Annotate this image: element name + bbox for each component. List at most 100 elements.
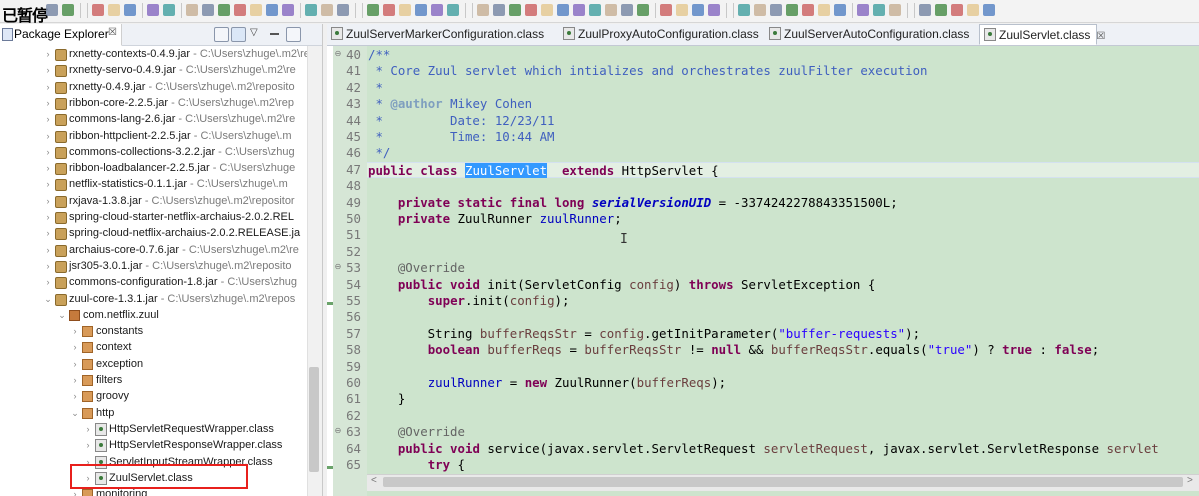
tree-item[interactable]: › context	[0, 339, 306, 355]
editor-tab[interactable]: ZuulServerAutoConfiguration.class	[765, 24, 977, 45]
chevron-right-icon[interactable]: ›	[43, 62, 53, 78]
toolbar-button-icon[interactable]	[399, 4, 411, 16]
tree-item[interactable]: ⌄ zuul-core-1.3.1.jar - C:\Users\zhuge\.m…	[0, 291, 306, 307]
chevron-right-icon[interactable]: ›	[43, 79, 53, 95]
toolbar-button-icon[interactable]	[889, 4, 901, 16]
tree-item[interactable]: › groovy	[0, 388, 306, 404]
toolbar-button-icon[interactable]	[186, 4, 198, 16]
toolbar-button-icon[interactable]	[660, 4, 672, 16]
code-line[interactable]	[367, 359, 1199, 375]
toolbar-button-icon[interactable]	[321, 4, 333, 16]
tree-item[interactable]: ⌄ com.netflix.zuul	[0, 307, 306, 323]
toolbar-button-icon[interactable]	[266, 4, 278, 16]
tree-item[interactable]: › HttpServletResponseWrapper.class	[0, 437, 306, 453]
link-with-editor-icon[interactable]	[231, 27, 246, 42]
chevron-right-icon[interactable]: ›	[43, 128, 53, 144]
toolbar-button-icon[interactable]	[857, 4, 869, 16]
tree-item[interactable]: › exception	[0, 356, 306, 372]
chevron-down-icon[interactable]: ⌄	[43, 291, 53, 307]
tree-item[interactable]: › filters	[0, 372, 306, 388]
code-line[interactable]: try {	[367, 457, 1199, 473]
code-line[interactable]: @Override	[367, 424, 1199, 440]
code-line[interactable]: private static final long serialVersionU…	[367, 195, 1199, 211]
code-line[interactable]: *	[367, 80, 1199, 96]
chevron-right-icon[interactable]: ›	[70, 339, 80, 355]
editor-scrollbar-thumb[interactable]	[383, 477, 1183, 487]
chevron-right-icon[interactable]: ›	[43, 176, 53, 192]
toolbar-button-icon[interactable]	[754, 4, 766, 16]
chevron-right-icon[interactable]: ›	[43, 111, 53, 127]
chevron-right-icon[interactable]: ›	[43, 242, 53, 258]
code-line[interactable]	[367, 227, 1199, 243]
toolbar-button-icon[interactable]	[431, 4, 443, 16]
code-line[interactable]: * @author Mikey Cohen	[367, 96, 1199, 112]
chevron-right-icon[interactable]: ›	[43, 225, 53, 241]
toolbar-button-icon[interactable]	[738, 4, 750, 16]
toolbar-button-icon[interactable]	[692, 4, 704, 16]
toolbar-button-icon[interactable]	[383, 4, 395, 16]
tree-item[interactable]: › rxnetty-0.4.9.jar - C:\Users\zhuge\.m2\…	[0, 79, 306, 95]
toolbar-button-icon[interactable]	[605, 4, 617, 16]
toolbar-button-icon[interactable]	[447, 4, 459, 16]
toolbar-button-icon[interactable]	[935, 4, 947, 16]
code-line[interactable]: /**	[367, 47, 1199, 63]
code-line[interactable]: boolean bufferReqs = bufferReqsStr != nu…	[367, 342, 1199, 358]
toolbar-button-icon[interactable]	[637, 4, 649, 16]
code-line[interactable]: * Time: 10:44 AM	[367, 129, 1199, 145]
current-code-line[interactable]: public class ZuulServlet extends HttpSer…	[367, 161, 1199, 178]
toolbar-button-icon[interactable]	[493, 4, 505, 16]
tree-item[interactable]: › spring-cloud-starter-netflix-archaius-2…	[0, 209, 306, 225]
toolbar-button-icon[interactable]	[250, 4, 262, 16]
chevron-right-icon[interactable]: ›	[70, 372, 80, 388]
chevron-right-icon[interactable]: ›	[43, 95, 53, 111]
editor-tab[interactable]: ZuulProxyAutoConfiguration.class	[559, 24, 763, 45]
toolbar-button-icon[interactable]	[541, 4, 553, 16]
code-line[interactable]: zuulRunner = new ZuulRunner(bufferReqs);	[367, 375, 1199, 391]
toolbar-button-icon[interactable]	[147, 4, 159, 16]
code-line[interactable]: super.init(config);	[367, 293, 1199, 309]
tree-item[interactable]: › archaius-core-0.7.6.jar - C:\Users\zhug…	[0, 242, 306, 258]
toolbar-button-icon[interactable]	[834, 4, 846, 16]
toolbar-button-icon[interactable]	[282, 4, 294, 16]
toolbar-button-icon[interactable]	[62, 4, 74, 16]
toolbar-button-icon[interactable]	[415, 4, 427, 16]
chevron-right-icon[interactable]: ›	[70, 356, 80, 372]
tree-item[interactable]: › jsr305-3.0.1.jar - C:\Users\zhuge\.m2\r…	[0, 258, 306, 274]
chevron-right-icon[interactable]: ›	[43, 160, 53, 176]
toolbar-button-icon[interactable]	[621, 4, 633, 16]
toolbar-button-icon[interactable]	[124, 4, 136, 16]
tree-item[interactable]: › netflix-statistics-0.1.1.jar - C:\Users…	[0, 176, 306, 192]
toolbar-button-icon[interactable]	[337, 4, 349, 16]
toolbar-button-icon[interactable]	[305, 4, 317, 16]
tree-scrollbar-thumb[interactable]	[309, 367, 319, 472]
code-line[interactable]	[367, 244, 1199, 260]
chevron-right-icon[interactable]: ›	[43, 144, 53, 160]
code-line[interactable]: }	[367, 391, 1199, 407]
toolbar-button-icon[interactable]	[770, 4, 782, 16]
toolbar-button-icon[interactable]	[951, 4, 963, 16]
editor-tab[interactable]: ZuulServlet.class ☒	[979, 24, 1105, 45]
toolbar-button-icon[interactable]	[218, 4, 230, 16]
chevron-down-icon[interactable]: ⌄	[57, 307, 67, 323]
code-line[interactable]: String bufferReqsStr = config.getInitPar…	[367, 326, 1199, 342]
minimize-icon[interactable]	[268, 27, 281, 40]
tree-item[interactable]: › ribbon-httpclient-2.2.5.jar - C:\Users\…	[0, 128, 306, 144]
tree-item[interactable]: › HttpServletRequestWrapper.class	[0, 421, 306, 437]
code-line[interactable]: */	[367, 145, 1199, 161]
editor-tab[interactable]: ZuulServerMarkerConfiguration.class	[327, 24, 551, 45]
chevron-right-icon[interactable]: ›	[43, 46, 53, 62]
chevron-right-icon[interactable]: ›	[43, 193, 53, 209]
toolbar-button-icon[interactable]	[509, 4, 521, 16]
code-line[interactable]	[367, 408, 1199, 424]
toolbar-button-icon[interactable]	[873, 4, 885, 16]
toolbar-button-icon[interactable]	[967, 4, 979, 16]
fold-toggle-icon[interactable]: ⊖	[334, 262, 342, 271]
code-line[interactable]	[367, 178, 1199, 194]
tree-item[interactable]: › commons-collections-3.2.2.jar - C:\User…	[0, 144, 306, 160]
package-explorer-tab[interactable]: Package Explorer ☒	[0, 24, 122, 46]
toolbar-button-icon[interactable]	[589, 4, 601, 16]
fold-toggle-icon[interactable]: ⊖	[334, 49, 342, 58]
scroll-left-icon[interactable]: <	[371, 475, 377, 486]
tree-item[interactable]: › constants	[0, 323, 306, 339]
chevron-right-icon[interactable]: ›	[43, 258, 53, 274]
